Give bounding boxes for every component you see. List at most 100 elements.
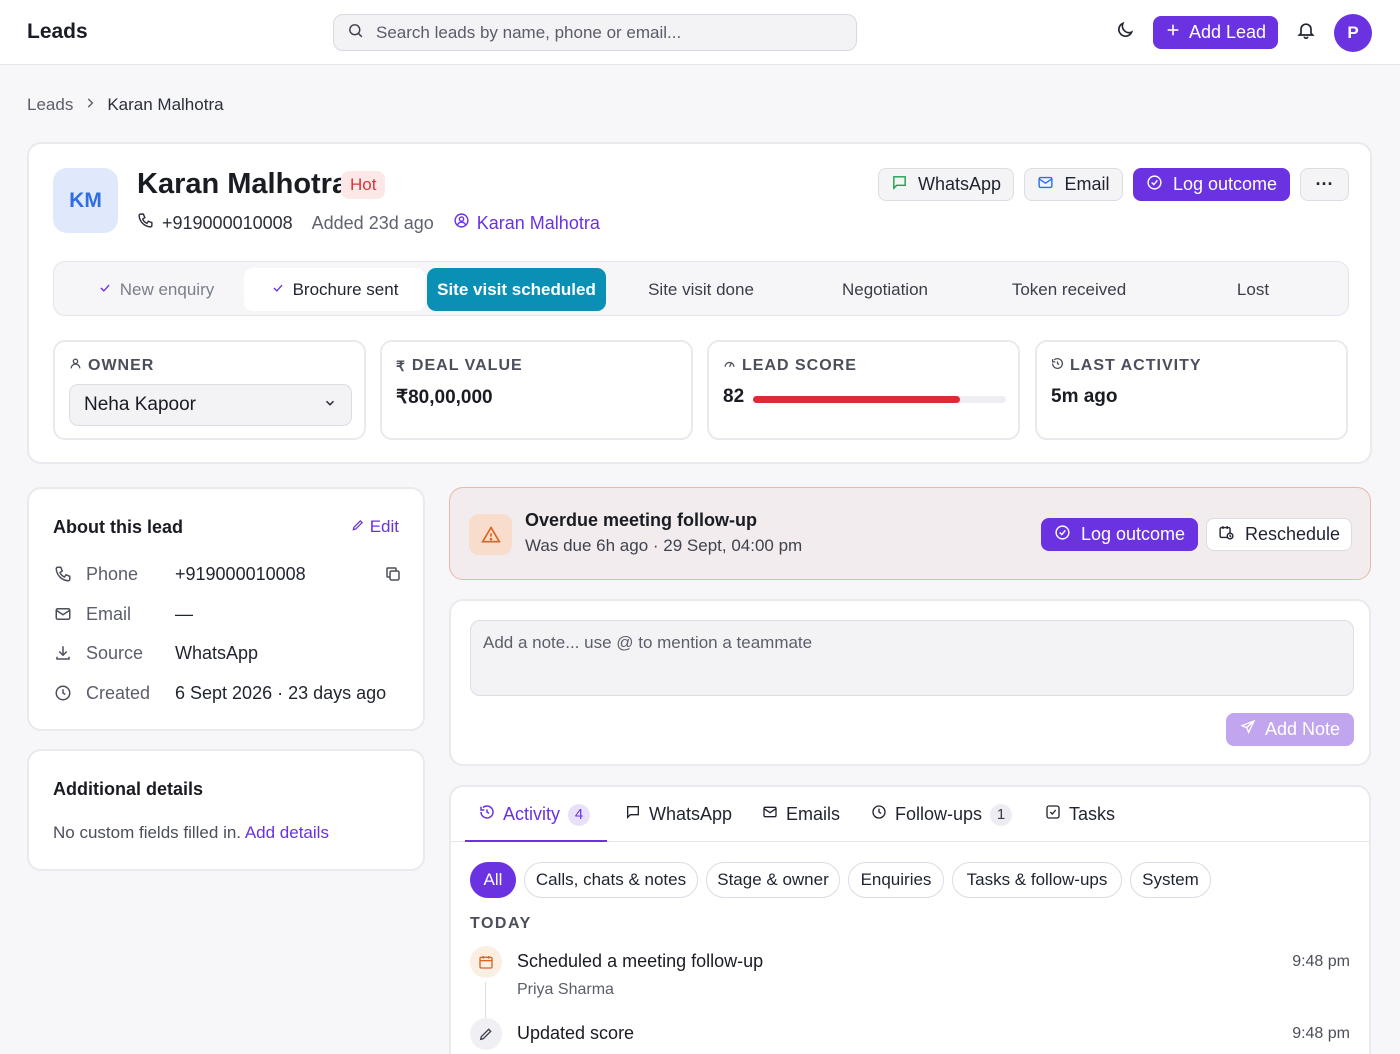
tab-label: Activity xyxy=(503,804,561,824)
last-activity-stat: Last activity 5m ago xyxy=(1035,340,1348,440)
check-circle-icon xyxy=(1146,174,1163,196)
lead-assignee-name: Karan Malhotra xyxy=(476,212,600,233)
stage-negotiation[interactable]: Negotiation xyxy=(794,268,976,311)
phone-icon xyxy=(53,564,73,584)
active-tab-indicator xyxy=(465,840,607,842)
activity-tabs: Activity 4 WhatsApp Emails Follow-ups 1 … xyxy=(451,787,1369,842)
clock-icon xyxy=(871,804,887,825)
filter-stage-owner[interactable]: Stage & owner xyxy=(706,862,840,898)
stage-label: New enquiry xyxy=(119,279,215,299)
more-actions-button[interactable]: ··· xyxy=(1300,168,1349,201)
last-activity-label-text: Last activity xyxy=(1070,357,1202,374)
breadcrumb-current: Karan Malhotra xyxy=(107,95,224,114)
about-row-source: Source WhatsApp xyxy=(53,643,258,663)
gauge-icon xyxy=(723,357,736,375)
stage-new-enquiry[interactable]: New enquiry xyxy=(66,268,246,311)
deal-value-stat: ₹ Deal value ₹80,00,000 xyxy=(380,340,693,440)
filter-all[interactable]: All xyxy=(470,862,516,898)
about-label: Email xyxy=(86,603,132,624)
add-lead-button[interactable]: Add Lead xyxy=(1153,16,1278,49)
log-outcome-label: Log outcome xyxy=(1172,174,1278,194)
checkbox-icon xyxy=(1045,804,1061,825)
tab-label: WhatsApp xyxy=(649,804,733,824)
about-row-phone: Phone +919000010008 xyxy=(53,564,306,584)
reschedule-button[interactable]: Reschedule xyxy=(1206,518,1352,551)
search-input[interactable] xyxy=(376,22,816,43)
bell-icon xyxy=(1296,20,1316,45)
temperature-badge: Hot xyxy=(341,171,386,199)
log-outcome-button[interactable]: Log outcome xyxy=(1133,168,1290,201)
timeline-connector xyxy=(485,982,486,1020)
filter-enquiries[interactable]: Enquiries xyxy=(848,862,944,898)
top-bar: Leads Add Lead P xyxy=(0,0,1400,65)
about-row-email: Email — xyxy=(53,604,193,624)
lead-added: Added 23d ago xyxy=(311,212,434,233)
add-details-link[interactable]: Add details xyxy=(245,823,329,842)
stage-site-visit-done[interactable]: Site visit done xyxy=(610,268,792,311)
pencil-icon xyxy=(351,517,365,537)
check-icon xyxy=(271,280,285,300)
lead-assignee[interactable]: Karan Malhotra xyxy=(453,212,600,234)
user-circle-icon xyxy=(453,212,470,234)
tab-tasks[interactable]: Tasks xyxy=(1045,787,1115,842)
user-avatar[interactable]: P xyxy=(1334,14,1372,52)
stage-lost[interactable]: Lost xyxy=(1162,268,1344,311)
log-outcome-label: Log outcome xyxy=(1080,524,1186,544)
breadcrumb-leads-link[interactable]: Leads xyxy=(27,95,73,115)
lead-header-card: KM Karan Malhotra Hot +919000010008 Adde… xyxy=(27,142,1372,464)
pipeline-stages: New enquiry Brochure sent Site visit sch… xyxy=(53,261,1349,316)
about-card: About this lead Edit Phone +919000010008… xyxy=(27,487,425,731)
filter-system[interactable]: System xyxy=(1130,862,1211,898)
activity-item-time: 9:48 pm xyxy=(1292,1025,1350,1042)
filter-calls-chats-notes[interactable]: Calls, chats & notes xyxy=(524,862,698,898)
edit-about-button[interactable]: Edit xyxy=(351,517,399,537)
about-value: — xyxy=(175,603,193,624)
owner-stat: Owner Neha Kapoor xyxy=(53,340,366,440)
warning-icon xyxy=(469,514,512,555)
moon-icon xyxy=(1115,20,1135,45)
chevron-right-icon xyxy=(83,95,97,115)
activity-item-time: 9:48 pm xyxy=(1292,953,1350,970)
add-note-button[interactable]: Add Note xyxy=(1226,713,1354,746)
about-title: About this lead xyxy=(53,517,183,537)
dark-mode-toggle[interactable] xyxy=(1114,21,1136,43)
app-title: Leads xyxy=(27,20,88,43)
search-box[interactable] xyxy=(333,14,857,51)
overdue-banner: Overdue meeting follow-up Was due 6h ago… xyxy=(449,487,1371,580)
tab-activity[interactable]: Activity 4 xyxy=(479,787,591,842)
whatsapp-button[interactable]: WhatsApp xyxy=(878,168,1014,201)
owner-select[interactable]: Neha Kapoor xyxy=(69,384,352,426)
search-icon xyxy=(347,22,364,44)
about-value: WhatsApp xyxy=(175,642,259,663)
user-icon xyxy=(69,357,82,375)
calendar-clock-icon xyxy=(1218,524,1235,546)
tab-follow-ups[interactable]: Follow-ups 1 xyxy=(871,787,1013,842)
history-icon xyxy=(479,804,495,825)
lead-phone-value: +919000010008 xyxy=(162,212,293,233)
email-button[interactable]: Email xyxy=(1024,168,1123,201)
lead-score-fill xyxy=(753,396,961,403)
deal-value-label-text: Deal value xyxy=(411,357,523,374)
email-label: Email xyxy=(1064,174,1110,194)
last-activity-label: Last activity xyxy=(1051,357,1202,375)
lead-score-stat: Lead score 82 xyxy=(707,340,1020,440)
overdue-log-outcome-button[interactable]: Log outcome xyxy=(1041,518,1198,551)
phone-icon xyxy=(137,212,154,234)
copy-icon[interactable] xyxy=(384,565,404,585)
pencil-icon xyxy=(470,1018,502,1050)
lead-phone[interactable]: +919000010008 xyxy=(137,212,293,234)
filter-tasks-follow-ups[interactable]: Tasks & follow-ups xyxy=(952,862,1122,898)
owner-value: Neha Kapoor xyxy=(84,394,196,415)
mail-icon xyxy=(53,604,73,624)
stage-site-visit-scheduled[interactable]: Site visit scheduled xyxy=(427,268,606,311)
empty-text: No custom fields filled in. xyxy=(53,823,242,842)
chevron-down-icon xyxy=(323,394,337,416)
stage-brochure-sent[interactable]: Brochure sent xyxy=(244,268,425,311)
stage-token-received[interactable]: Token received xyxy=(978,268,1160,311)
tab-emails[interactable]: Emails xyxy=(762,787,840,842)
reschedule-label: Reschedule xyxy=(1244,524,1341,544)
note-input[interactable] xyxy=(470,620,1354,696)
notifications-button[interactable] xyxy=(1295,21,1317,43)
stage-label: Site visit done xyxy=(648,279,754,299)
tab-whatsapp[interactable]: WhatsApp xyxy=(625,787,732,842)
